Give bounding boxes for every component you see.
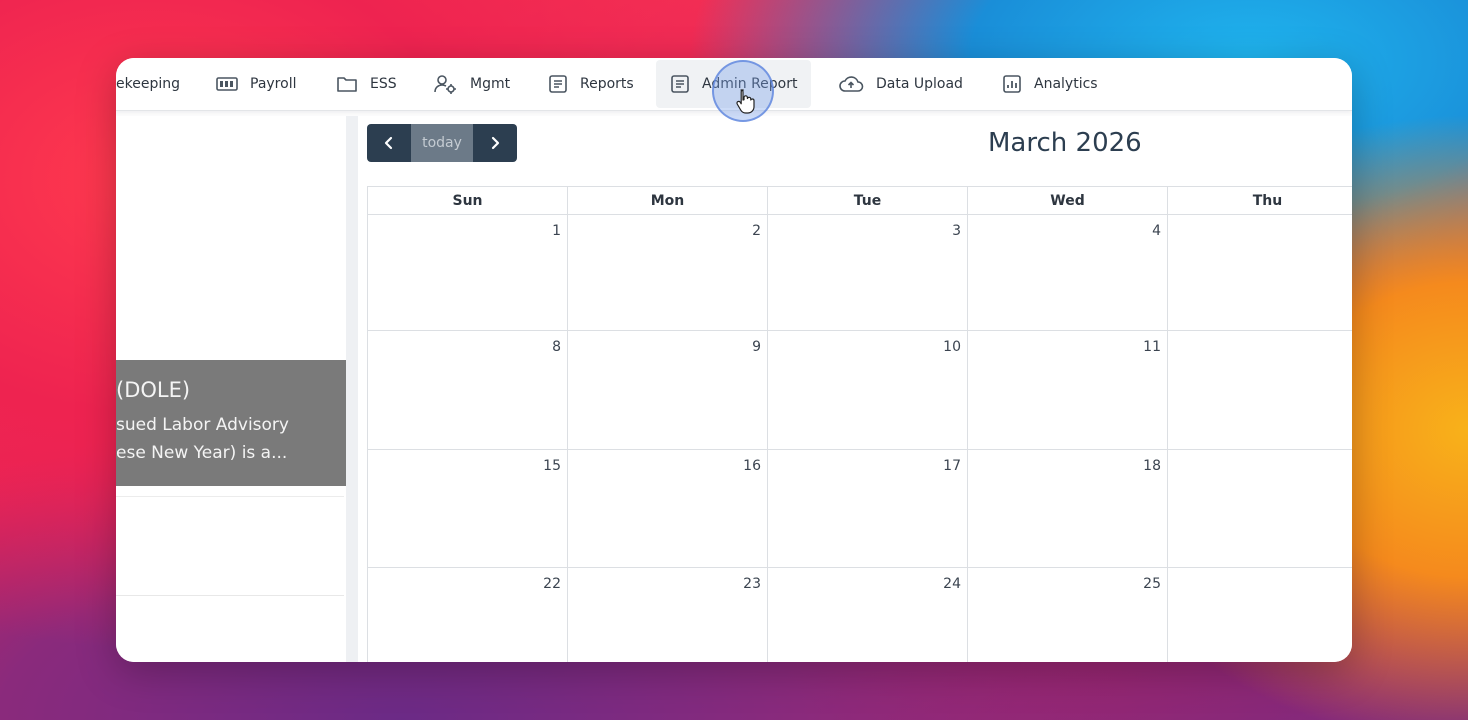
day-cell[interactable]: [1168, 450, 1352, 568]
document-icon: [671, 75, 689, 93]
nav-item-label: ESS: [370, 76, 397, 92]
hand-cursor-icon: [736, 89, 755, 114]
user-gear-icon: [434, 75, 456, 94]
nav-item-data-upload[interactable]: Data Upload: [838, 58, 963, 110]
day-cell[interactable]: 16: [568, 450, 768, 568]
day-number: 17: [943, 458, 961, 474]
day-cell[interactable]: 10: [768, 331, 968, 450]
day-cell[interactable]: 25: [968, 568, 1168, 662]
nav-item-label: Payroll: [250, 76, 297, 92]
day-number: 18: [1143, 458, 1161, 474]
announcement-line: sued Labor Advisory: [116, 415, 289, 435]
weekday-header: Tue: [768, 187, 968, 215]
nav-item-label: Data Upload: [876, 76, 963, 92]
weekday-header: Mon: [568, 187, 768, 215]
day-number: 3: [952, 223, 961, 239]
day-cell[interactable]: 1: [368, 215, 568, 331]
nav-item-label: Mgmt: [470, 76, 511, 92]
day-number: 16: [743, 458, 761, 474]
announcement-title: (DOLE): [116, 378, 191, 402]
calendar-grid: Sun Mon Tue Wed Thu 1 2 3 4 8 9 10 11 15…: [367, 186, 1352, 662]
calendar: today March 2026 Sun Mon Tue Wed Thu 1 2…: [358, 116, 1352, 662]
empty-card: [116, 496, 344, 596]
nav-item-reports[interactable]: Reports: [548, 58, 634, 110]
day-cell[interactable]: 4: [968, 215, 1168, 331]
day-cell[interactable]: 8: [368, 331, 568, 450]
day-number: 2: [752, 223, 761, 239]
week-row: 8 9 10 11: [368, 331, 1352, 450]
weekday-header-row: Sun Mon Tue Wed Thu: [368, 187, 1352, 215]
day-number: 22: [543, 576, 561, 592]
day-number: 1: [552, 223, 561, 239]
folder-icon: [337, 77, 357, 92]
chevron-left-icon: [384, 136, 393, 150]
day-number: 10: [943, 339, 961, 355]
bar-chart-icon: [1003, 75, 1021, 93]
day-cell[interactable]: [1168, 215, 1352, 331]
day-number: 15: [543, 458, 561, 474]
weekday-header: Wed: [968, 187, 1168, 215]
day-number: 8: [552, 339, 561, 355]
chevron-right-icon: [491, 136, 500, 150]
day-cell[interactable]: 24: [768, 568, 968, 662]
nav-item-payroll[interactable]: Payroll: [216, 58, 296, 110]
calendar-title: March 2026: [988, 128, 1142, 158]
day-cell[interactable]: [1168, 331, 1352, 450]
week-row: 1 2 3 4: [368, 215, 1352, 331]
weekday-header: Sun: [368, 187, 568, 215]
nav-item-label: ekeeping: [116, 76, 180, 92]
day-number: 24: [943, 576, 961, 592]
nav-item-analytics[interactable]: Analytics: [1002, 58, 1098, 110]
next-month-button[interactable]: [473, 124, 517, 162]
day-number: 23: [743, 576, 761, 592]
day-cell[interactable]: 22: [368, 568, 568, 662]
week-row: 22 23 24 25: [368, 568, 1352, 662]
left-panel: (DOLE) sued Labor Advisory ese New Year)…: [116, 116, 346, 662]
prev-month-button[interactable]: [367, 124, 411, 162]
calendar-nav-buttons: today: [367, 124, 517, 162]
announcement-line: ese New Year) is a...: [116, 443, 288, 463]
document-icon: [549, 75, 567, 93]
day-cell[interactable]: 18: [968, 450, 1168, 568]
nav-item-label: Analytics: [1034, 76, 1098, 92]
nav-item-timekeeping[interactable]: ekeeping: [116, 58, 180, 110]
day-cell[interactable]: 23: [568, 568, 768, 662]
day-cell[interactable]: 17: [768, 450, 968, 568]
day-cell[interactable]: [1168, 568, 1352, 662]
day-cell[interactable]: 15: [368, 450, 568, 568]
day-cell[interactable]: 11: [968, 331, 1168, 450]
today-button[interactable]: today: [411, 124, 473, 162]
announcement-card[interactable]: (DOLE) sued Labor Advisory ese New Year)…: [116, 360, 346, 486]
app-window: ekeeping Payroll ESS Mgmt Reports Admin …: [116, 58, 1352, 662]
nav-item-ess[interactable]: ESS: [336, 58, 397, 110]
nav-item-label: Reports: [580, 76, 634, 92]
panel-divider: [346, 116, 358, 662]
day-cell[interactable]: 2: [568, 215, 768, 331]
nav-item-mgmt[interactable]: Mgmt: [434, 58, 510, 110]
day-number: 25: [1143, 576, 1161, 592]
day-number: 4: [1152, 223, 1161, 239]
day-cell[interactable]: 9: [568, 331, 768, 450]
day-number: 9: [752, 339, 761, 355]
day-cell[interactable]: 3: [768, 215, 968, 331]
week-row: 15 16 17 18: [368, 450, 1352, 568]
payroll-icon: [216, 77, 238, 91]
day-number: 11: [1143, 339, 1161, 355]
cloud-upload-icon: [839, 76, 864, 92]
weekday-header: Thu: [1168, 187, 1352, 215]
